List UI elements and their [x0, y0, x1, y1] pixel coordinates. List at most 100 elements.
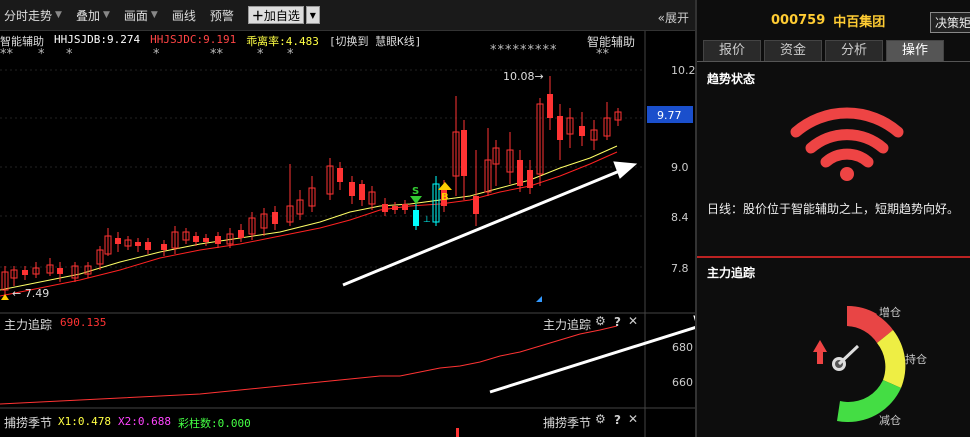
sub1-right-name: 主力追踪 — [543, 318, 592, 332]
candle — [22, 270, 28, 275]
switch-kline-link[interactable]: [切换到 慧眼K线] — [329, 33, 422, 48]
grid-lines — [0, 69, 645, 268]
candle — [161, 244, 167, 250]
svg-text:*: * — [153, 47, 160, 62]
candle — [590, 129, 598, 141]
candle — [452, 131, 460, 177]
svg-text:*: * — [287, 47, 294, 62]
candle — [536, 103, 544, 175]
candle — [226, 233, 234, 245]
candle — [96, 249, 104, 265]
candle — [326, 165, 334, 195]
candle — [272, 212, 278, 224]
jdc-value: HHJSJDC:9.191 — [150, 33, 237, 46]
candle — [368, 191, 376, 205]
candle — [484, 159, 492, 193]
main-force-gauge — [813, 305, 906, 423]
draw-menu[interactable]: 画面 ▼ — [124, 7, 158, 24]
candle — [557, 116, 563, 140]
high-price-label: 10.08→ — [503, 70, 544, 83]
blue-marker-icon — [536, 296, 542, 302]
ma-yellow-line — [0, 145, 618, 291]
svg-text:*: * — [66, 47, 73, 62]
svg-text:*: * — [38, 47, 45, 62]
candle — [566, 117, 574, 135]
candle — [104, 235, 112, 255]
season-bar — [456, 428, 459, 437]
svg-text:*: * — [257, 47, 264, 62]
candle — [432, 183, 440, 223]
sub1-tick: 680 — [672, 341, 693, 354]
add-watchlist-dropdown[interactable]: ▼ — [305, 6, 320, 24]
candle — [32, 267, 40, 275]
close-icon[interactable]: ✕ — [628, 412, 638, 426]
help-icon[interactable]: ? — [614, 413, 621, 427]
section-divider — [697, 256, 970, 258]
main-force-line — [0, 325, 618, 405]
chart-toolbar: 分时走势 ▼ 叠加 ▼ 画面 ▼ 画线 预警 ＋加自选 ▼ «展开 — [0, 0, 695, 31]
bias-value: 乖离率:4.483 — [246, 35, 319, 48]
candle — [441, 190, 447, 206]
price-tick: 9.0 — [671, 161, 689, 174]
gear-icon[interactable]: ⚙ — [595, 412, 606, 426]
candle — [517, 160, 523, 186]
candle — [260, 213, 268, 229]
sub1-axis: 680 660 — [672, 341, 693, 389]
gauge-label-increase: 增仓 — [879, 306, 901, 319]
svg-text:⊥: ⊥ — [423, 215, 431, 225]
candle — [46, 264, 54, 274]
up-arrow-icon — [813, 340, 827, 364]
candle — [473, 196, 479, 214]
plus-icon: ＋ — [251, 8, 264, 23]
candle — [1, 271, 9, 291]
low-price-label: ← 7.49 — [12, 287, 49, 300]
candle — [506, 149, 514, 173]
sell-signal: S ⊥ — [410, 186, 431, 225]
sub1-tick: 660 — [672, 376, 693, 389]
expand-button[interactable]: «展开 — [658, 9, 689, 26]
ma-red-line — [0, 151, 618, 297]
sub2-name: 捕捞季节 — [4, 416, 53, 430]
candle — [10, 269, 18, 279]
candle — [286, 205, 294, 223]
sub2-x2: X2:0.688 — [118, 415, 171, 428]
signal-strength-icon — [790, 107, 904, 168]
close-icon[interactable]: ✕ — [628, 314, 638, 328]
candle — [115, 238, 121, 244]
overlay-menu[interactable]: 叠加 ▼ — [76, 7, 110, 24]
price-tick: 7.8 — [671, 262, 689, 275]
candle — [413, 210, 419, 226]
dropdown-arrow-icon: ▼ — [55, 10, 62, 20]
candle — [527, 170, 533, 188]
price-tick: 10.2 — [671, 64, 695, 77]
line-draw-button[interactable]: 画线 — [172, 7, 196, 24]
sub1-value: 690.135 — [60, 316, 107, 329]
sub1-name: 主力追踪 — [4, 318, 53, 332]
candle — [603, 117, 611, 137]
main-force-title: 主力追踪 — [707, 266, 756, 280]
trend-description: 日线：股价位于智能辅助之上，短期趋势向好。 — [707, 202, 960, 216]
kline-chart: ** * * * ** * * ** S ⊥ B ← 7.49 10.08→ 1… — [0, 31, 695, 437]
star-markers: ********* — [490, 43, 558, 58]
candle — [124, 239, 132, 247]
candle — [492, 147, 500, 165]
candle — [579, 126, 585, 136]
dropdown-arrow-icon: ▼ — [102, 10, 110, 20]
sub2-bar-count: 彩柱数:0.000 — [178, 417, 251, 430]
candle — [193, 236, 199, 242]
intraday-menu[interactable]: 分时走势 ▼ — [4, 7, 62, 24]
candle — [382, 204, 388, 212]
candle — [308, 187, 316, 207]
candle — [203, 238, 209, 242]
alert-button[interactable]: 预警 — [210, 7, 234, 24]
help-icon[interactable]: ? — [614, 315, 621, 329]
current-price-value: 9.77 — [657, 109, 682, 122]
candle — [71, 265, 79, 279]
add-watchlist-button[interactable]: ＋加自选 — [247, 6, 304, 24]
candle — [359, 184, 365, 200]
right-panel-graphics — [790, 107, 906, 423]
candle — [84, 265, 92, 275]
candle — [614, 111, 622, 121]
gear-icon[interactable]: ⚙ — [595, 314, 606, 328]
candle — [349, 182, 355, 196]
